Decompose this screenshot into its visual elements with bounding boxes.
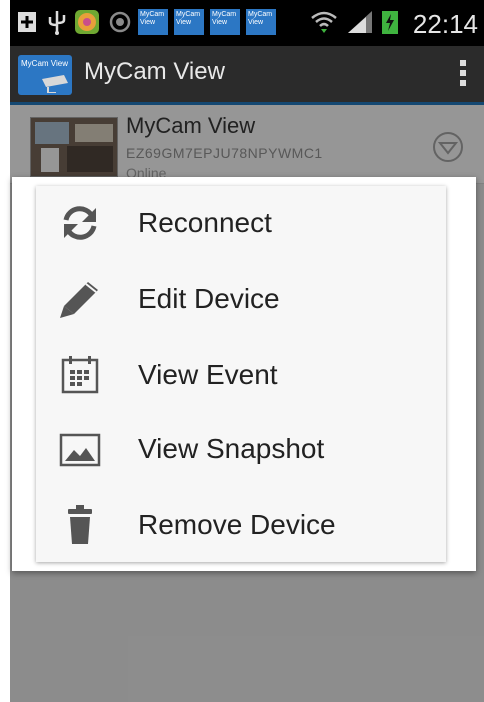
mycam-view-icon: MyCam View [174,9,204,35]
add-icon [18,12,36,32]
app-title: MyCam View [84,58,225,85]
signal-icon [348,11,372,33]
mycam-app-icon[interactable]: MyCam View [18,55,72,95]
overflow-menu-icon[interactable] [460,60,468,88]
menu-item-remove-device[interactable]: Remove Device [36,488,446,562]
wifi-icon [311,11,337,33]
app-icon [109,11,131,33]
menu-item-view-event[interactable]: View Event [36,338,446,412]
menu-item-label: View Snapshot [138,433,325,464]
mycam-view-icon: MyCam View [210,9,240,35]
menu-item-label: View Event [138,359,278,390]
status-bar: MyCam View MyCam View MyCam View MyCam V… [10,0,484,46]
menu-item-edit-device[interactable]: Edit Device [36,262,446,336]
clock: 22:14 [412,9,478,39]
screenshot-frame: MyCam View MyCam View MyCam View MyCam V… [0,0,484,702]
trash-icon [68,505,92,544]
context-menu: Reconnect Edit Device View Event View Sn… [36,186,446,562]
menu-item-reconnect[interactable]: Reconnect [36,186,446,260]
calendar-icon [61,356,99,394]
mycam-view-icon: MyCam View [246,9,276,35]
menu-item-view-snapshot[interactable]: View Snapshot [36,412,446,486]
image-icon [59,433,101,467]
action-bar: MyCam View MyCam View [10,46,484,105]
usb-icon [48,11,66,35]
pencil-icon [60,282,98,318]
menu-item-label: Reconnect [138,207,272,238]
mycam-view-icon: MyCam View [138,9,168,35]
battery-charging-icon [382,11,398,34]
app-icon [75,10,99,34]
camera-icon [42,75,68,93]
refresh-icon [63,206,97,240]
menu-item-label: Edit Device [138,283,280,314]
menu-item-label: Remove Device [138,509,336,540]
app-icon-text: MyCam View [21,59,68,68]
